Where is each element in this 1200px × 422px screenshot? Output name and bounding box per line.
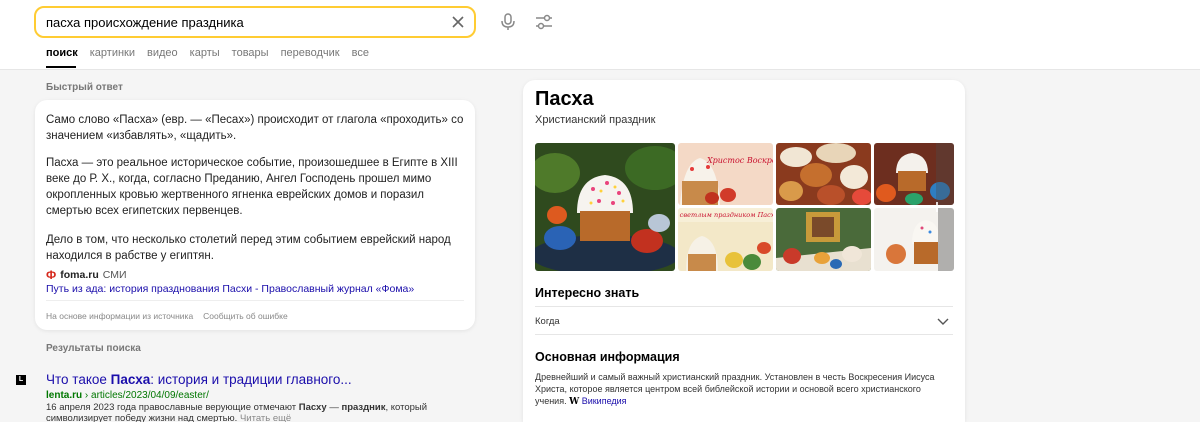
close-icon[interactable] (450, 14, 466, 30)
active-tab-indicator (46, 66, 76, 68)
tab-search[interactable]: поиск (46, 47, 78, 59)
tab-maps[interactable]: карты (190, 47, 220, 59)
kp-title: Пасха (535, 88, 594, 110)
tab-all[interactable]: все (352, 47, 369, 59)
result-snippet: 16 апреля 2023 года православные верующи… (46, 402, 428, 422)
quick-answer-paragraph: Пасха — это реальное историческое событи… (46, 157, 458, 217)
wikipedia-link[interactable]: Википедия (582, 396, 627, 406)
divider (535, 306, 953, 307)
result-url[interactable]: lenta.ru › articles/2023/04/09/easter/ (46, 390, 209, 401)
gallery-image-card[interactable]: Со светлым праздником Пасхи! (678, 208, 773, 271)
header: поиск картинки видео карты товары перево… (0, 0, 1200, 70)
quick-answer-footer: На основе информации из источника Сообщи… (46, 311, 288, 321)
main-info-heading: Основная информация (535, 350, 680, 364)
divider (46, 300, 464, 301)
source-name[interactable]: foma.ru (60, 269, 99, 281)
plus-icon[interactable] (931, 201, 943, 213)
tab-images[interactable]: картинки (90, 47, 135, 59)
interesting-heading: Интересно знать (535, 286, 640, 300)
tab-translator[interactable]: переводчик (281, 47, 340, 59)
tab-video[interactable]: видео (147, 47, 178, 59)
gallery-image-greeting[interactable]: Христос Воскресе! (678, 143, 773, 205)
search-results-label: Результаты поиска (46, 343, 141, 354)
gallery-image-icon-table[interactable] (776, 208, 871, 271)
search-tabs: поиск картинки видео карты товары перево… (46, 47, 369, 59)
accordion-item-when[interactable]: Когда (535, 316, 560, 327)
gallery-image-kulich[interactable] (535, 143, 675, 271)
source-note[interactable]: На основе информации из источника (46, 311, 193, 321)
quick-answer-card: Само слово «Пасха» (евр. — «Песах») прои… (35, 100, 475, 330)
microphone-icon[interactable] (498, 12, 518, 32)
search-box[interactable] (34, 6, 476, 38)
svg-text:Со светлым праздником Пасхи!: Со светлым праздником Пасхи! (678, 211, 773, 219)
chevron-down-icon[interactable] (937, 316, 949, 326)
read-more-link[interactable]: Читать ещё (240, 413, 291, 422)
divider (535, 334, 953, 335)
source-link[interactable]: Путь из ада: история празднования Пасхи … (46, 283, 414, 295)
source-row: Ф foma.ru СМИ (46, 268, 127, 282)
foma-logo-icon: Ф (46, 268, 57, 282)
filter-settings-icon[interactable] (534, 12, 554, 32)
main-info-text: Древнейший и самый важный христианский п… (535, 372, 935, 407)
source-type: СМИ (102, 269, 127, 281)
wikipedia-icon: W (569, 397, 580, 407)
report-error-link[interactable]: Сообщить об ошибке (203, 311, 288, 321)
search-input[interactable] (46, 8, 436, 36)
quick-answer-paragraph: Дело в том, что несколько столетий перед… (46, 234, 451, 262)
kp-subtitle: Христианский праздник (535, 114, 656, 126)
lenta-favicon-icon: L (16, 375, 26, 385)
tab-goods[interactable]: товары (232, 47, 269, 59)
gallery-image-kulich-2[interactable] (874, 208, 954, 271)
result-title-link[interactable]: Что такое Пасха: история и традиции глав… (46, 372, 352, 387)
quick-answer-paragraph: Само слово «Пасха» (евр. — «Песах») прои… (46, 114, 464, 142)
gallery-image-cakes[interactable] (776, 143, 871, 205)
gallery-image-kulich-eggs[interactable] (874, 143, 954, 205)
svg-text:Христос Воскресе!: Христос Воскресе! (706, 156, 773, 165)
image-gallery: Христос Воскресе! (535, 143, 954, 271)
quick-answer-label: Быстрый ответ (46, 82, 123, 93)
knowledge-panel: Пасха Христианский праздник Христос Воск… (523, 80, 965, 422)
